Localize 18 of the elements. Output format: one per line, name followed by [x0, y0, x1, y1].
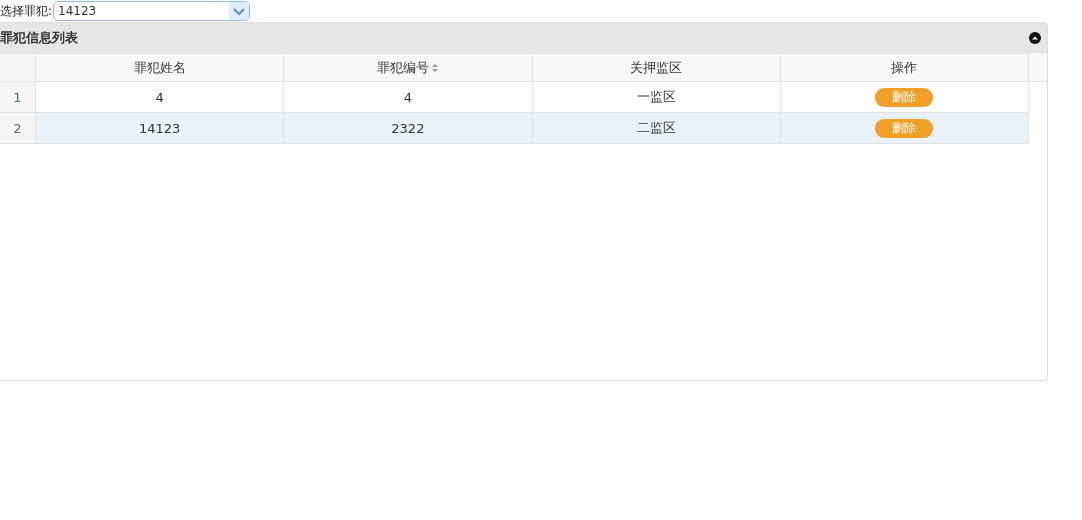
field-label: 选择罪犯:	[0, 2, 53, 20]
table-cell: 4	[283, 81, 532, 113]
chevron-down-icon	[229, 2, 250, 20]
panel-title: 罪犯信息列表	[0, 29, 78, 47]
table-cell: 14123	[35, 112, 284, 144]
column-header: 罪犯姓名	[35, 53, 284, 82]
row-number: 2	[0, 112, 36, 144]
column-header: 关押监区	[532, 53, 781, 82]
table-cell: 二监区	[532, 112, 781, 144]
collapse-icon[interactable]	[1029, 32, 1041, 44]
table-cell: 4	[35, 81, 284, 113]
sort-icon	[430, 62, 439, 73]
column-header[interactable]: 罪犯编号	[283, 53, 532, 82]
column-header: 操作	[780, 53, 1029, 82]
table-cell: 2322	[283, 112, 532, 144]
row-number: 1	[0, 81, 36, 113]
prisoner-select[interactable]: 14123	[53, 1, 251, 21]
table-cell: 一监区	[532, 81, 781, 113]
